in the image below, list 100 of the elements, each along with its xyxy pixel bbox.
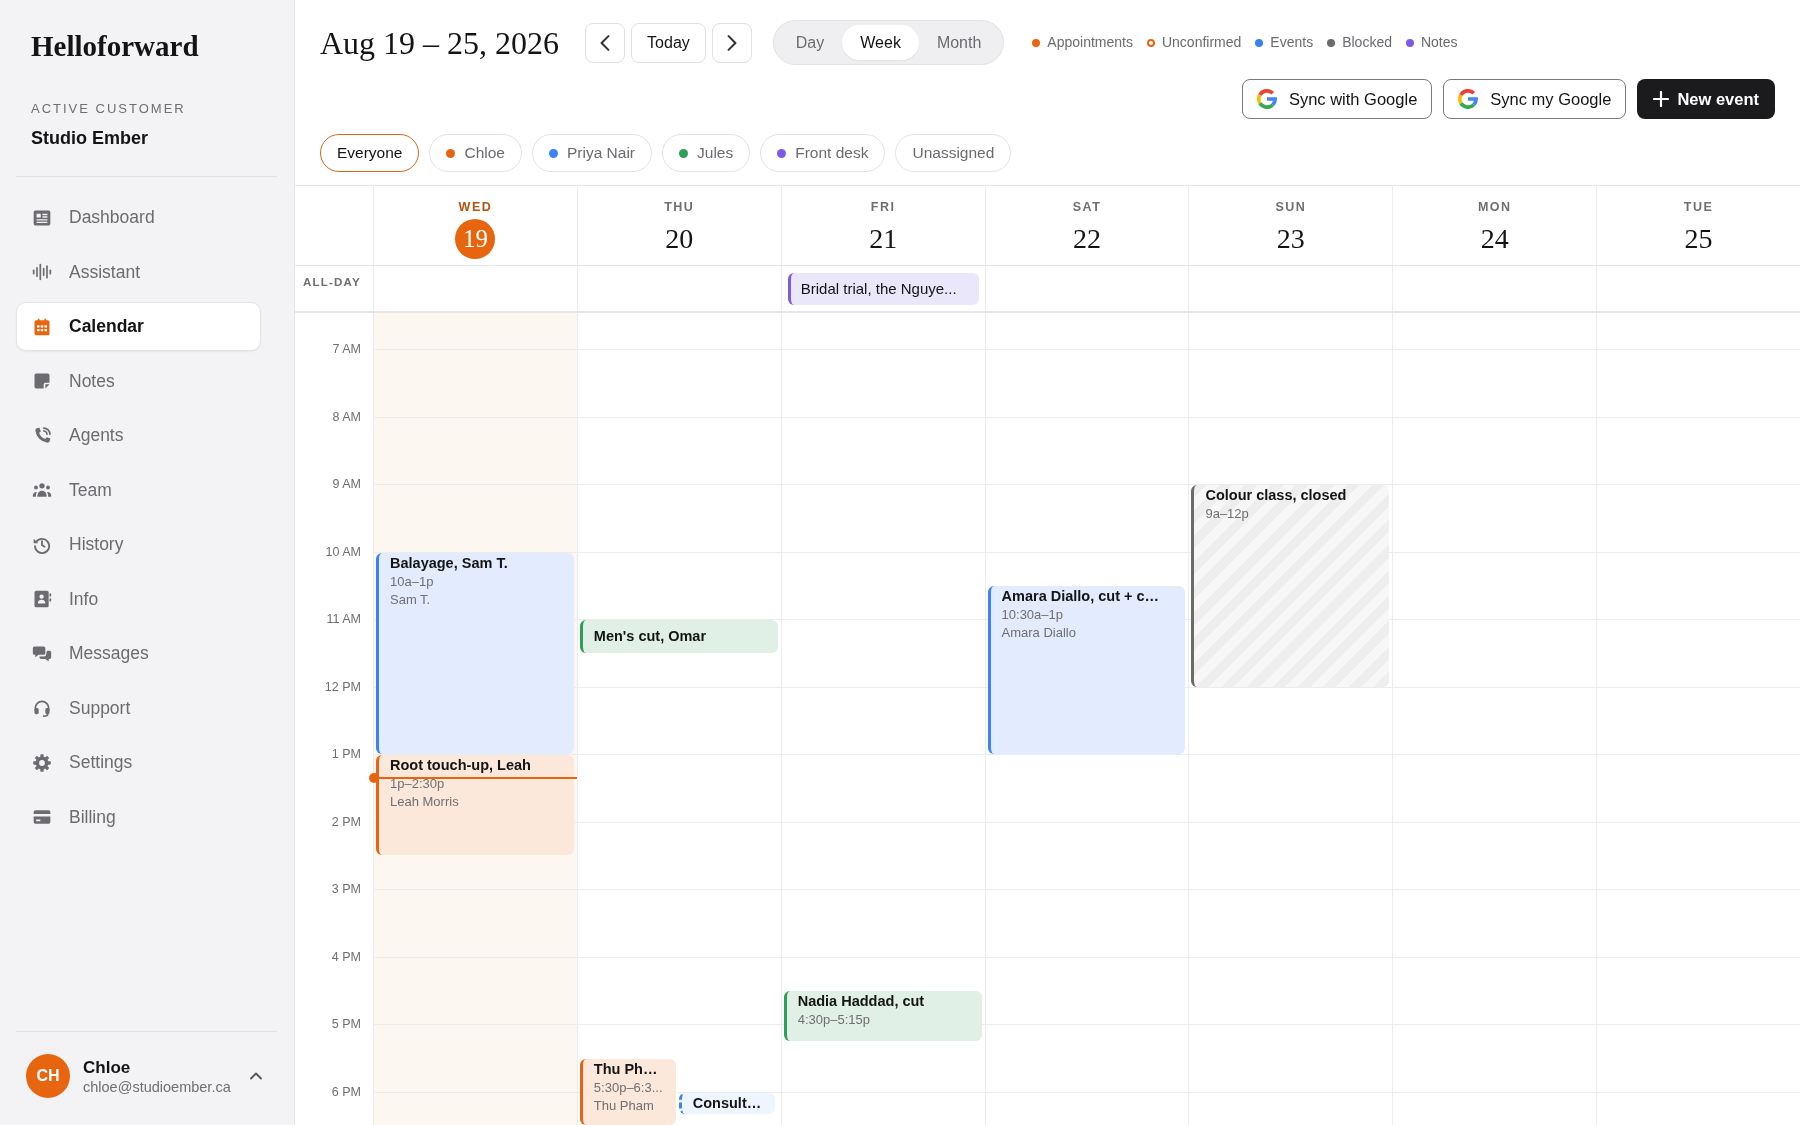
waveform-icon — [32, 262, 52, 282]
event-time: 10:30a–1p — [1001, 606, 1063, 625]
weekday-label: FRI — [870, 199, 896, 215]
sidebar-nav-item[interactable]: Support — [16, 683, 261, 733]
filter-chip[interactable]: Everyone — [320, 134, 420, 172]
sidebar-nav-item[interactable]: Calendar — [16, 302, 261, 351]
event-title: Root touch-up, Leah — [390, 756, 531, 775]
plus-icon — [1653, 91, 1670, 107]
event-title: Colour class, closed — [1205, 486, 1347, 505]
date-number[interactable]: 22 — [1073, 219, 1101, 259]
sidebar-nav-item[interactable]: Notes — [16, 356, 261, 406]
all-day-event[interactable]: Bridal trial, the Nguye... — [787, 273, 979, 305]
event-title: Thu Ph… — [593, 1059, 658, 1079]
filter-chip[interactable]: Jules — [662, 134, 751, 172]
sidebar-nav-item[interactable]: Team — [16, 465, 261, 515]
legend-label: Appointments — [1047, 33, 1133, 52]
blocked-time-block[interactable]: Colour class, closed 9a–12p — [1191, 485, 1390, 687]
filter-chip[interactable]: Priya Nair — [532, 134, 653, 172]
event-time: 1p–2:30p — [390, 775, 445, 793]
hour-label: 6 PM — [331, 1083, 361, 1100]
date-number[interactable]: 21 — [869, 219, 898, 259]
today-button[interactable]: Today — [631, 22, 706, 63]
hour-label: 11 AM — [326, 611, 361, 627]
google-icon — [1458, 89, 1479, 109]
user-name: Chloe — [83, 1056, 132, 1078]
filter-chip[interactable]: Chloe — [429, 134, 522, 172]
date-number[interactable]: 23 — [1276, 219, 1305, 259]
sync-google-button[interactable]: Sync my Google — [1443, 79, 1627, 119]
sidebar-nav-item[interactable]: Dashboard — [16, 193, 261, 242]
weekday-label: MON — [1477, 199, 1512, 215]
filter-chip[interactable]: Unassigned — [895, 134, 1012, 172]
event-time: 5:30p–6:3... — [593, 1078, 663, 1097]
sidebar-nav-item[interactable]: Messages — [16, 629, 261, 678]
event-card[interactable]: Men's cut, Omar — [579, 620, 778, 653]
phone-icon — [32, 425, 52, 446]
event-title: Consult… — [692, 1094, 762, 1114]
event-card[interactable]: Root touch-up, Leah 1p–2:30p Leah Morris — [376, 755, 574, 856]
event-time: 9a–12p — [1205, 505, 1249, 523]
view-tab[interactable]: Week — [842, 25, 919, 60]
date-number[interactable]: 20 — [665, 219, 694, 259]
date-number[interactable]: 25 — [1684, 219, 1713, 259]
hour-label: 2 PM — [331, 813, 361, 830]
hour-label: 4 PM — [331, 948, 361, 965]
date-range-title: Aug 19 – 25, 2026 — [320, 23, 560, 63]
view-tab[interactable]: Day — [777, 25, 843, 60]
event-client: Amara Diallo — [1001, 624, 1076, 643]
contact-card-icon — [32, 589, 52, 609]
sync-google-button[interactable]: Sync with Google — [1241, 79, 1433, 119]
sidebar-nav-item[interactable]: Settings — [16, 738, 261, 787]
filter-chip[interactable]: Front desk — [760, 134, 886, 172]
weekday-label: SAT — [1072, 199, 1102, 215]
event-title: Men's cut, Omar — [593, 627, 707, 647]
weekday-label: SUN — [1275, 199, 1307, 215]
sidebar-nav-item[interactable]: History — [16, 520, 261, 569]
hour-label: 9 AM — [332, 476, 361, 492]
hour-label: 3 PM — [331, 881, 361, 897]
hour-label: 8 AM — [332, 408, 361, 425]
event-card[interactable]: Nadia Haddad, cut 4:30p–5:15p — [783, 991, 982, 1041]
sticky-note-icon — [32, 371, 52, 391]
credit-card-icon — [32, 807, 52, 827]
next-button[interactable] — [711, 22, 752, 63]
headset-icon — [32, 698, 52, 718]
section-label: ACTIVE CUSTOMER — [31, 101, 186, 117]
customer-name: Studio Ember — [31, 127, 148, 149]
event-card[interactable]: Balayage, Sam T. 10a–1p Sam T. — [376, 552, 574, 754]
weekday-label: TUE — [1683, 199, 1714, 215]
previous-button[interactable] — [585, 22, 626, 63]
weekday-label: WED — [458, 199, 493, 215]
view-tab[interactable]: Month — [918, 25, 1000, 60]
event-client: Sam T. — [390, 590, 431, 609]
date-number[interactable]: 24 — [1480, 219, 1509, 259]
weekday-label: THU — [664, 199, 695, 215]
hour-label: 7 AM — [332, 341, 361, 357]
event-client: Leah Morris — [390, 793, 459, 811]
new-event-button[interactable]: New event — [1637, 79, 1775, 119]
event-time: 4:30p–5:15p — [797, 1011, 870, 1030]
legend-label: Notes — [1420, 33, 1458, 52]
hour-label: 10 AM — [325, 543, 361, 560]
hour-label: 1 PM — [331, 746, 361, 762]
event-time: 10a–1p — [390, 572, 434, 591]
event-title: Nadia Haddad, cut — [797, 992, 925, 1012]
event-title: Balayage, Sam T. — [390, 553, 508, 573]
sidebar-nav-item[interactable]: Info — [16, 574, 261, 624]
sidebar-nav-item[interactable]: Billing — [16, 792, 261, 842]
legend-label: Blocked — [1342, 33, 1392, 52]
sidebar-nav-item[interactable]: Agents — [16, 411, 261, 460]
event-card[interactable]: Consult… — [678, 1092, 775, 1114]
event-client: Thu Pham — [593, 1096, 654, 1115]
app-logo: Helloforward — [31, 30, 199, 62]
settings-icon — [32, 752, 52, 773]
calendar-icon — [32, 316, 52, 337]
hour-label: 5 PM — [331, 1016, 361, 1032]
event-title: Amara Diallo, cut + c… — [1001, 587, 1160, 607]
legend-label: Unconfirmed — [1161, 33, 1242, 52]
sidebar-nav-item[interactable]: Assistant — [16, 247, 261, 297]
legend-label: Events — [1270, 33, 1314, 52]
google-icon — [1256, 89, 1277, 109]
event-card[interactable]: Thu Ph… 5:30p–6:3... Thu Pham — [579, 1058, 676, 1125]
event-card[interactable]: Amara Diallo, cut + c… 10:30a–1p Amara Diallo — [987, 586, 1186, 754]
all-day-label: ALL-DAY — [303, 275, 361, 290]
